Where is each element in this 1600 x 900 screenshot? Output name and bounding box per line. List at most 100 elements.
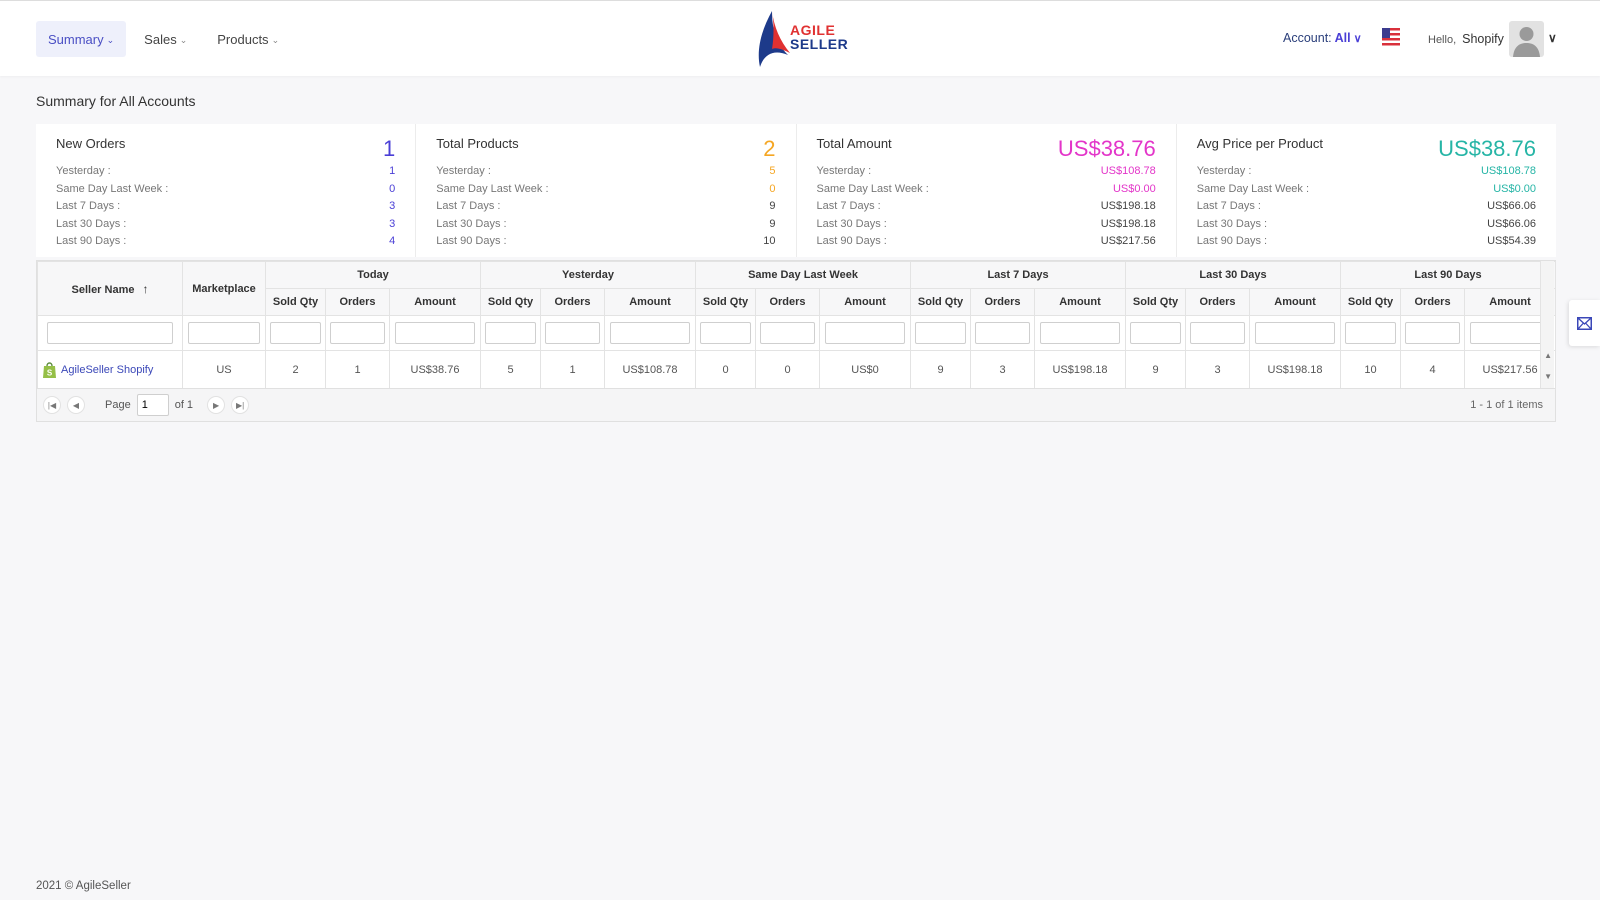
filter-input[interactable] <box>1255 322 1335 344</box>
column-header-orders[interactable]: Orders <box>755 288 821 316</box>
filter-input[interactable] <box>329 322 386 344</box>
column-header-sold-qty[interactable]: Sold Qty <box>1340 288 1402 316</box>
column-header-seller-name[interactable]: Seller Name ↑ <box>37 261 183 316</box>
chevron-down-icon: ⌄ <box>179 34 188 45</box>
group-header-last-7-days: Last 7 Days <box>910 261 1127 289</box>
filter-input[interactable] <box>1404 322 1461 344</box>
row-value: 0 <box>389 182 396 195</box>
column-header-sold-qty[interactable]: Sold Qty <box>265 288 326 316</box>
column-header-amount[interactable]: Amount <box>389 288 481 316</box>
filter-input[interactable] <box>1344 322 1397 344</box>
filter-input[interactable] <box>610 322 690 344</box>
agileseller-logo[interactable]: AGILE SELLER <box>752 9 848 69</box>
card-row: Last 90 Days : US$54.39 <box>1197 233 1536 251</box>
account-label: Account: <box>1283 31 1332 45</box>
row-label: Yesterday : <box>56 165 111 177</box>
row-value: 3 <box>389 217 396 230</box>
row-label: Last 7 Days : <box>1196 200 1261 212</box>
filter-input[interactable] <box>759 322 816 344</box>
filter-input[interactable] <box>699 322 752 344</box>
card-avg-price: Avg Price per Product US$38.76 Yesterday… <box>1177 124 1556 257</box>
avatar[interactable] <box>1509 21 1544 57</box>
column-header-amount[interactable]: Amount <box>1034 288 1127 316</box>
sail-logo-icon <box>758 11 790 67</box>
card-total-products: Total Products 2 Yesterday : 5 Same Day L… <box>416 124 797 257</box>
row-value: US$54.39 <box>1487 235 1536 247</box>
filter-input[interactable] <box>544 322 601 344</box>
nav-summary[interactable]: Summary ⌄ <box>36 21 127 57</box>
cell-value: US$198.18 <box>1034 350 1127 390</box>
seller-link[interactable]: AgileSeller Shopify <box>61 364 153 376</box>
card-row: Last 7 Days : US$198.18 <box>817 198 1156 216</box>
filter-input[interactable] <box>974 322 1031 344</box>
row-label: Yesterday : <box>436 165 491 177</box>
next-page-icon[interactable]: ▶ <box>207 396 226 414</box>
card-row: Last 30 Days : US$66.06 <box>1197 216 1536 234</box>
scroll-down-arrow-icon[interactable]: ▼ <box>1544 372 1552 381</box>
filter-input[interactable] <box>914 322 967 344</box>
column-header-orders[interactable]: Orders <box>1400 288 1466 316</box>
filter-input[interactable] <box>1129 322 1182 344</box>
last-page-icon[interactable]: ▶| <box>231 396 250 414</box>
user-greeting: Hello, Shopify <box>1428 32 1504 46</box>
prev-page-icon[interactable]: ◀ <box>67 396 85 414</box>
column-header-sold-qty[interactable]: Sold Qty <box>695 288 757 316</box>
logo-text-agile: AGILE <box>790 22 836 38</box>
row-value: 0 <box>769 182 776 195</box>
account-selector[interactable]: Account: All ∨ <box>1283 31 1362 45</box>
column-header-sold-qty[interactable]: Sold Qty <box>1125 288 1187 316</box>
first-page-icon[interactable]: |◀ <box>43 396 61 414</box>
column-header-sold-qty[interactable]: Sold Qty <box>480 288 541 316</box>
cell-value: US$38.76 <box>389 350 481 390</box>
row-label: Last 7 Days : <box>436 200 501 212</box>
us-flag-icon[interactable] <box>1382 28 1400 48</box>
filter-input[interactable] <box>269 322 322 344</box>
filter-input[interactable] <box>1189 322 1246 344</box>
filter-input-seller-name[interactable] <box>46 322 174 344</box>
column-header-sold-qty[interactable]: Sold Qty <box>910 288 972 316</box>
column-header-amount[interactable]: Amount <box>1249 288 1342 316</box>
nav-sales[interactable]: Sales ⌄ <box>132 21 199 57</box>
card-row: Last 30 Days : US$198.18 <box>817 216 1156 234</box>
user-name: Shopify <box>1462 32 1504 46</box>
cell-value: 3 <box>1185 350 1251 390</box>
row-value: 3 <box>389 200 396 212</box>
filter-input[interactable] <box>1040 322 1120 344</box>
filter-input[interactable] <box>825 322 905 344</box>
row-label: Yesterday : <box>1196 165 1252 177</box>
row-label: Same Day Last Week : <box>1196 182 1310 195</box>
feedback-tab[interactable] <box>1569 300 1600 346</box>
column-header-amount[interactable]: Amount <box>819 288 912 316</box>
row-label: Yesterday : <box>816 165 872 177</box>
card-row: Last 30 Days : 9 <box>436 216 775 234</box>
row-label: Same Day Last Week : <box>816 182 929 195</box>
user-menu-chevron-icon[interactable]: ∨ <box>1548 31 1557 45</box>
card-row: Same Day Last Week : 0 <box>436 181 775 199</box>
scroll-up-arrow-icon[interactable]: ▲ <box>1544 351 1552 360</box>
footer-copyright: 2021 © AgileSeller <box>36 880 131 892</box>
hello-label: Hello, <box>1428 34 1457 46</box>
table-row[interactable]: S AgileSeller Shopify US 2 1 US$38.76 5 … <box>37 350 1557 390</box>
row-value: US$0.00 <box>1493 182 1536 195</box>
row-value: US$66.06 <box>1487 200 1536 212</box>
row-value: US$66.06 <box>1487 217 1536 230</box>
nav-products[interactable]: Products ⌄ <box>205 21 291 57</box>
filter-input[interactable] <box>484 322 537 344</box>
row-value: 9 <box>769 217 776 230</box>
filter-input[interactable] <box>1470 322 1550 344</box>
column-header-orders[interactable]: Orders <box>1185 288 1251 316</box>
summary-table: Seller Name ↑ Marketplace Today Yesterday… <box>37 261 1557 390</box>
column-header-orders[interactable]: Orders <box>325 288 390 316</box>
nav-sales-label: Sales <box>144 31 177 47</box>
card-row: Yesterday : US$108.78 <box>1197 163 1536 181</box>
page-number-input[interactable] <box>136 394 169 416</box>
filter-input[interactable] <box>395 322 475 344</box>
row-label: Same Day Last Week : <box>436 182 549 195</box>
filter-input-marketplace[interactable] <box>187 322 261 344</box>
column-header-amount[interactable]: Amount <box>603 288 697 316</box>
column-header-orders[interactable]: Orders <box>970 288 1036 316</box>
cell-value: US$0 <box>819 350 912 390</box>
column-header-marketplace[interactable]: Marketplace <box>182 261 266 316</box>
vertical-scrollbar[interactable] <box>1540 261 1554 388</box>
column-header-orders[interactable]: Orders <box>540 288 605 316</box>
